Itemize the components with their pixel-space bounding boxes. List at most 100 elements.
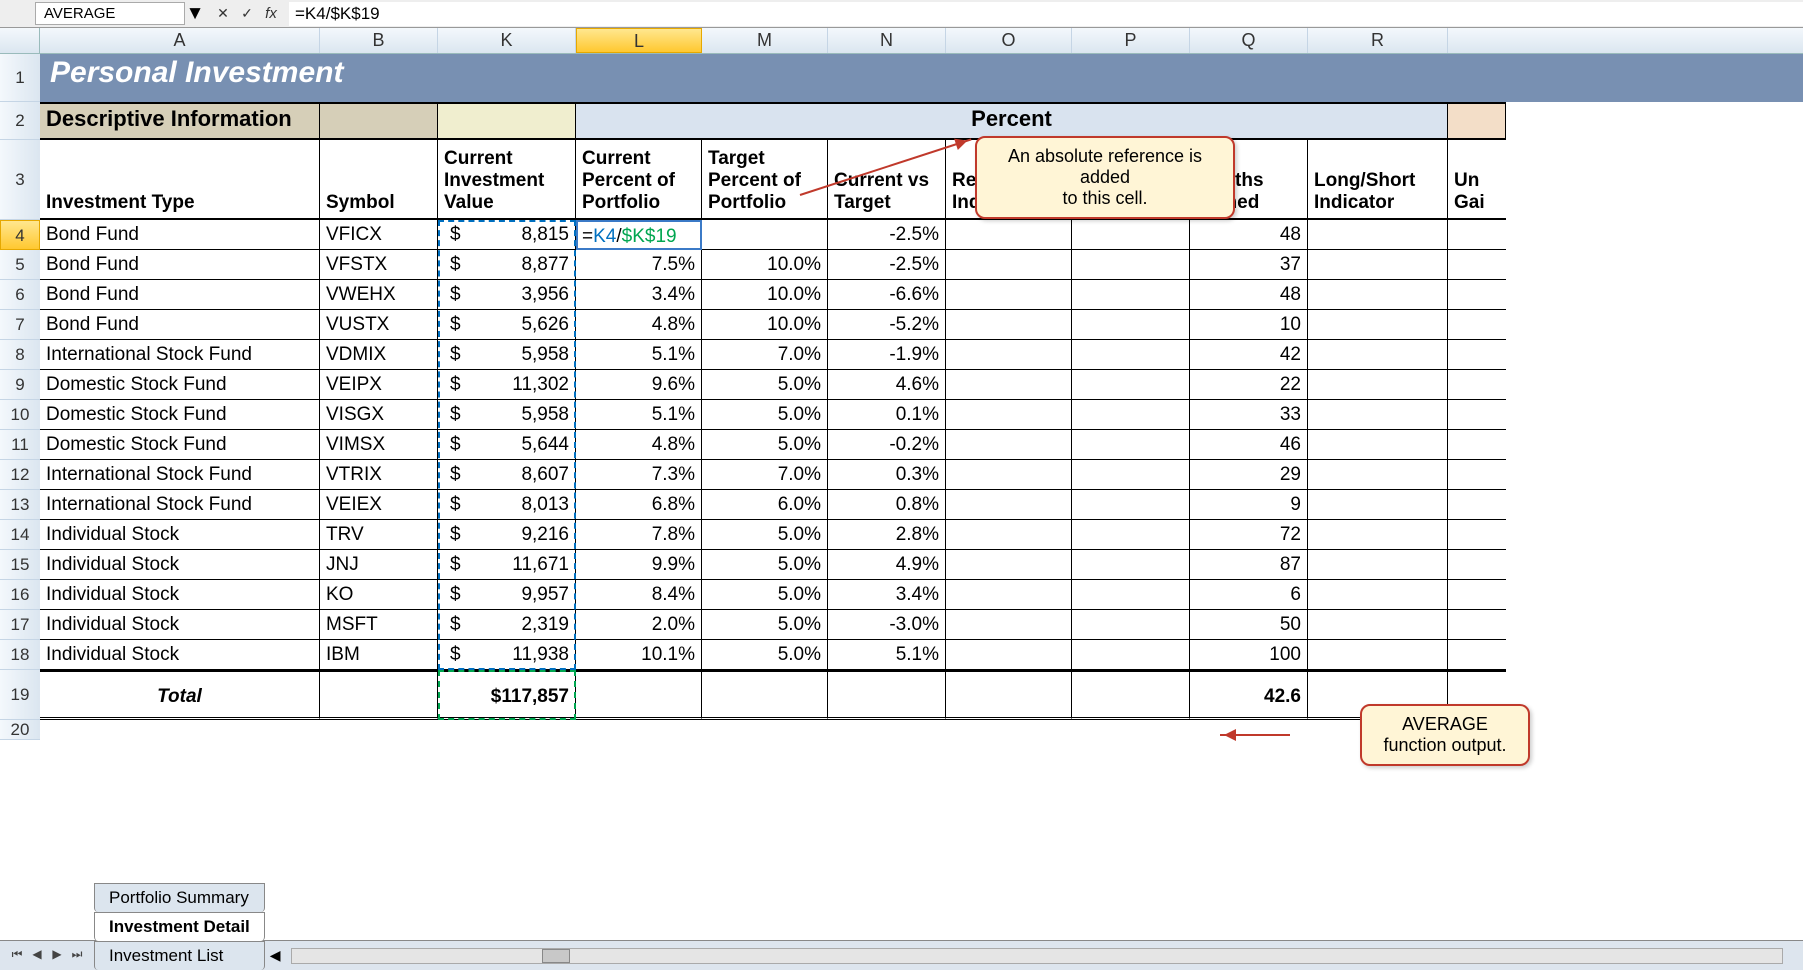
- col-header-K[interactable]: K: [438, 28, 576, 53]
- formula-input[interactable]: [289, 2, 1803, 26]
- cell-s[interactable]: [1448, 550, 1506, 580]
- cell-symbol[interactable]: VFSTX: [320, 250, 438, 280]
- cell-n[interactable]: -2.5%: [828, 220, 946, 250]
- cell-k[interactable]: 2,319: [438, 610, 576, 640]
- cell-p[interactable]: [1072, 550, 1190, 580]
- col-header-N[interactable]: N: [828, 28, 946, 53]
- cell-r[interactable]: [1308, 340, 1448, 370]
- cells-area[interactable]: Personal Investment Descriptive Informat…: [40, 54, 1803, 740]
- cell-k[interactable]: 3,956: [438, 280, 576, 310]
- cell-s[interactable]: [1448, 430, 1506, 460]
- cell-l[interactable]: 10.1%: [576, 640, 702, 670]
- row-header-11[interactable]: 11: [0, 430, 40, 460]
- cell-k[interactable]: 11,938: [438, 640, 576, 670]
- cell-s[interactable]: [1448, 280, 1506, 310]
- cell-p[interactable]: [1072, 400, 1190, 430]
- cell-q[interactable]: 10: [1190, 310, 1308, 340]
- cell-type[interactable]: Bond Fund: [40, 250, 320, 280]
- cell-p[interactable]: [1072, 220, 1190, 250]
- cell-p[interactable]: [1072, 310, 1190, 340]
- cell-o[interactable]: [946, 460, 1072, 490]
- cell-r[interactable]: [1308, 400, 1448, 430]
- col-header-M[interactable]: M: [702, 28, 828, 53]
- cell-m[interactable]: 5.0%: [702, 640, 828, 670]
- cell-type[interactable]: International Stock Fund: [40, 340, 320, 370]
- cell-symbol[interactable]: JNJ: [320, 550, 438, 580]
- cell-m[interactable]: 5.0%: [702, 430, 828, 460]
- col-header-R[interactable]: R: [1308, 28, 1448, 53]
- cell-l[interactable]: 4.8%: [576, 310, 702, 340]
- cell-type[interactable]: International Stock Fund: [40, 490, 320, 520]
- cell-q[interactable]: 6: [1190, 580, 1308, 610]
- cell-s[interactable]: [1448, 310, 1506, 340]
- row-header-12[interactable]: 12: [0, 460, 40, 490]
- cell-r[interactable]: [1308, 640, 1448, 670]
- row-header-8[interactable]: 8: [0, 340, 40, 370]
- cell-r[interactable]: [1308, 310, 1448, 340]
- cell-r[interactable]: [1308, 550, 1448, 580]
- cell-o[interactable]: [946, 340, 1072, 370]
- cell-s[interactable]: [1448, 640, 1506, 670]
- cell-l[interactable]: 7.3%: [576, 460, 702, 490]
- cell-type[interactable]: Domestic Stock Fund: [40, 370, 320, 400]
- cell-n[interactable]: 5.1%: [828, 640, 946, 670]
- cell-m[interactable]: 10.0%: [702, 280, 828, 310]
- cell-symbol[interactable]: KO: [320, 580, 438, 610]
- cell-q[interactable]: 22: [1190, 370, 1308, 400]
- cell-n[interactable]: -2.5%: [828, 250, 946, 280]
- cell-n[interactable]: 4.9%: [828, 550, 946, 580]
- tab-scroll-icon[interactable]: ◀: [270, 947, 281, 964]
- cell-q[interactable]: 48: [1190, 280, 1308, 310]
- cell-q[interactable]: 33: [1190, 400, 1308, 430]
- sheet-tab[interactable]: Investment List: [94, 941, 265, 970]
- cell-s[interactable]: [1448, 610, 1506, 640]
- cell-l[interactable]: 7.8%: [576, 520, 702, 550]
- cell-type[interactable]: Bond Fund: [40, 280, 320, 310]
- cell-symbol[interactable]: VUSTX: [320, 310, 438, 340]
- tab-nav-first-icon[interactable]: ⏮: [8, 947, 26, 965]
- cell-l[interactable]: 8.4%: [576, 580, 702, 610]
- cell-o[interactable]: [946, 490, 1072, 520]
- tab-nav-next-icon[interactable]: ▶: [48, 947, 66, 965]
- cell-r[interactable]: [1308, 520, 1448, 550]
- row-header-19[interactable]: 19: [0, 670, 40, 720]
- cell-q[interactable]: 29: [1190, 460, 1308, 490]
- cell-n[interactable]: -6.6%: [828, 280, 946, 310]
- cell-symbol[interactable]: VIMSX: [320, 430, 438, 460]
- cell-m[interactable]: 7.0%: [702, 340, 828, 370]
- cell-type[interactable]: Individual Stock: [40, 640, 320, 670]
- tab-nav-prev-icon[interactable]: ◀: [28, 947, 46, 965]
- row-header-9[interactable]: 9: [0, 370, 40, 400]
- cell-r[interactable]: [1308, 280, 1448, 310]
- cell-l[interactable]: 5.1%: [576, 400, 702, 430]
- cell-l-editing[interactable]: =K4/$K$19: [576, 220, 702, 250]
- cell-l[interactable]: 2.0%: [576, 610, 702, 640]
- cell-symbol[interactable]: TRV: [320, 520, 438, 550]
- cell-q[interactable]: 50: [1190, 610, 1308, 640]
- cell-k[interactable]: 5,958: [438, 340, 576, 370]
- cell-r[interactable]: [1308, 580, 1448, 610]
- cell-s[interactable]: [1448, 340, 1506, 370]
- cell-n[interactable]: 3.4%: [828, 580, 946, 610]
- row-header-13[interactable]: 13: [0, 490, 40, 520]
- cell-p[interactable]: [1072, 490, 1190, 520]
- horizontal-scrollbar[interactable]: [291, 948, 1783, 964]
- cell-k[interactable]: 9,957: [438, 580, 576, 610]
- row-header-14[interactable]: 14: [0, 520, 40, 550]
- cell-type[interactable]: Domestic Stock Fund: [40, 400, 320, 430]
- cell-o[interactable]: [946, 640, 1072, 670]
- cell-o[interactable]: [946, 430, 1072, 460]
- cell-o[interactable]: [946, 610, 1072, 640]
- cell-o[interactable]: [946, 250, 1072, 280]
- cell-s[interactable]: [1448, 220, 1506, 250]
- cell-symbol[interactable]: VEIEX: [320, 490, 438, 520]
- cell-s[interactable]: [1448, 400, 1506, 430]
- cell-p[interactable]: [1072, 580, 1190, 610]
- cell-type[interactable]: International Stock Fund: [40, 460, 320, 490]
- cell-symbol[interactable]: VEIPX: [320, 370, 438, 400]
- cell-l[interactable]: 7.5%: [576, 250, 702, 280]
- cell-m[interactable]: 10.0%: [702, 250, 828, 280]
- row-header-20[interactable]: 20: [0, 720, 40, 740]
- cell-symbol[interactable]: MSFT: [320, 610, 438, 640]
- cell-n[interactable]: -1.9%: [828, 340, 946, 370]
